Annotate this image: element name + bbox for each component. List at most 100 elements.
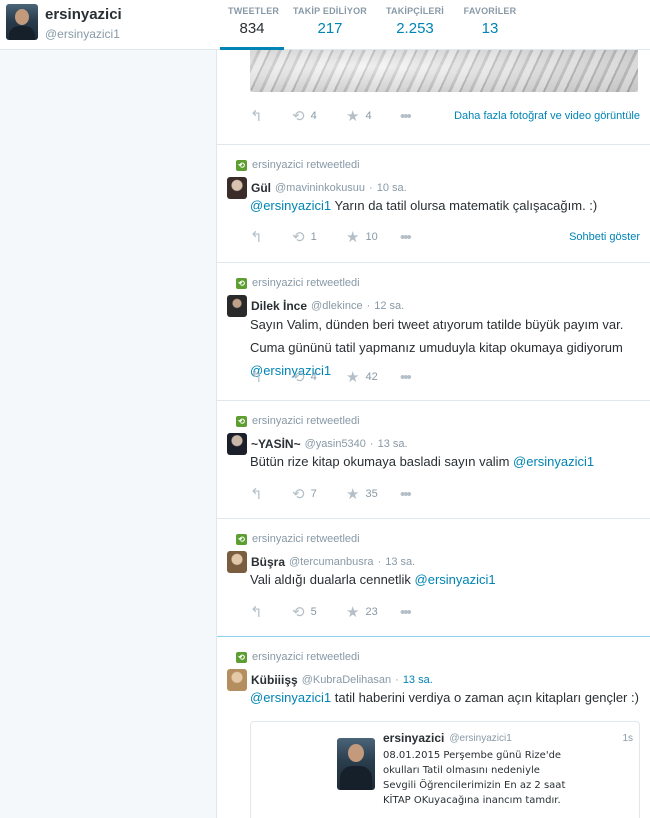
tweet-author[interactable]: Büşra: [251, 555, 285, 569]
stat-favorites[interactable]: FAVORİLER 13: [454, 0, 526, 50]
favorite-count: 10: [365, 231, 378, 243]
reply-button[interactable]: ↰: [250, 487, 292, 502]
tweet-handle[interactable]: @dlekince: [311, 300, 363, 312]
tweet-author[interactable]: ~YASİN~: [251, 437, 301, 451]
tweet-time[interactable]: 13 sa.: [403, 674, 433, 686]
favorite-count: 42: [365, 371, 378, 383]
quoted-handle[interactable]: @ersinyazici1: [449, 733, 511, 744]
tweet-photo[interactable]: [250, 50, 638, 92]
retweet-button[interactable]: ⟲ 7: [292, 487, 346, 502]
tweet-time[interactable]: 13 sa.: [385, 556, 415, 568]
avatar[interactable]: [227, 295, 247, 317]
tweet-item[interactable]: ⟲ ersinyazici retweetledi Dilek İnce @dle…: [217, 262, 650, 400]
quoted-tweet-card[interactable]: ersinyazici @ersinyazici1 1s 08.01.2015 …: [250, 721, 640, 818]
stat-value: 217: [317, 20, 343, 37]
stat-tweets[interactable]: TWEETLER 834: [220, 0, 284, 50]
retweet-button[interactable]: ⟲ 4: [292, 370, 346, 385]
tweet-text: @ersinyazici1 tatil haberini verdiya o z…: [250, 687, 645, 709]
reply-button[interactable]: ↰: [250, 605, 292, 620]
mention-link[interactable]: @ersinyazici1: [250, 198, 331, 213]
favorite-count: 23: [365, 606, 378, 618]
reply-button[interactable]: ↰: [250, 109, 292, 124]
avatar[interactable]: [227, 669, 247, 691]
tweet-text: @ersinyazici1 Yarın da tatil olursa mate…: [250, 195, 645, 217]
tweet-author[interactable]: Dilek İnce: [251, 299, 307, 313]
retweet-context: ⟲ ersinyazici retweetledi: [236, 159, 360, 171]
more-button[interactable]: •••: [400, 107, 412, 125]
retweet-icon: ⟲: [292, 228, 305, 246]
tweet-item[interactable]: ⟲ ersinyazici retweetledi Büşra @tercuman…: [217, 518, 650, 636]
quoted-time[interactable]: 1s: [622, 733, 633, 744]
tweet-text-body: Vali aldığı dualarla cennetlik: [250, 572, 415, 587]
avatar[interactable]: [227, 433, 247, 455]
star-icon: ★: [346, 228, 360, 246]
favorite-button[interactable]: ★ 23: [346, 605, 400, 620]
more-button[interactable]: •••: [400, 603, 412, 621]
retweet-button[interactable]: ⟲ 5: [292, 605, 346, 620]
stat-label: TWEETLER: [228, 6, 280, 16]
favorite-count: 4: [365, 110, 372, 122]
reply-button[interactable]: ↰: [250, 370, 292, 385]
favorite-count: 35: [365, 488, 378, 500]
retweet-icon: ⟲: [292, 107, 305, 125]
tweet-actions: ↰ ⟲ 5 ★ 23 •••: [250, 602, 640, 622]
quoted-author[interactable]: ersinyazici: [383, 731, 444, 745]
star-icon: ★: [346, 368, 360, 386]
star-icon: ★: [346, 107, 360, 125]
more-icon: •••: [400, 107, 412, 125]
view-more-media-link[interactable]: Daha fazla fotoğraf ve video görüntüle: [454, 110, 640, 122]
tweet-item-expanded[interactable]: ⟲ ersinyazici retweetledi Kübiiişş @Kubra…: [217, 636, 650, 818]
retweet-count: 1: [310, 231, 317, 243]
tweet-time[interactable]: 10 sa.: [377, 182, 407, 194]
quoted-text: 08.01.2015 Perşembe günü Rize'de okullar…: [383, 750, 566, 806]
favorite-button[interactable]: ★ 4: [346, 109, 400, 124]
retweet-badge-icon: ⟲: [236, 651, 247, 663]
more-button[interactable]: •••: [400, 228, 412, 246]
stat-value: 13: [481, 20, 499, 37]
mention-link[interactable]: @ersinyazici1: [513, 454, 594, 469]
reply-button[interactable]: ↰: [250, 230, 292, 245]
tweet-author[interactable]: Kübiiişş: [251, 673, 298, 687]
more-icon: •••: [400, 603, 412, 621]
star-icon: ★: [346, 485, 360, 503]
separator: ·: [369, 438, 374, 450]
favorite-button[interactable]: ★ 10: [346, 230, 400, 245]
retweet-icon: ⟲: [292, 603, 305, 621]
retweet-context: ⟲ ersinyazici retweetledi: [236, 415, 360, 427]
stat-followers[interactable]: TAKİPÇİLERİ 2.253: [376, 0, 454, 50]
more-button[interactable]: •••: [400, 487, 412, 502]
profile-block[interactable]: ersinyazici @ersinyazici1: [6, 4, 122, 42]
tweet-time[interactable]: 12 sa.: [374, 300, 404, 312]
favorite-button[interactable]: ★ 42: [346, 370, 400, 385]
show-conversation-link[interactable]: Sohbeti göster: [569, 231, 640, 243]
stat-following[interactable]: TAKİP EDİLİYOR 217: [284, 0, 376, 50]
retweet-count: 7: [310, 488, 317, 500]
tweet-item[interactable]: ⟲ ersinyazici retweetledi ~YASİN~ @yasin5…: [217, 400, 650, 518]
tweet-handle[interactable]: @tercumanbusra: [289, 556, 374, 568]
quoted-tweet-header: ersinyazici @ersinyazici1 1s: [383, 731, 633, 745]
tweet-time[interactable]: 13 sa.: [378, 438, 408, 450]
tweet-handle[interactable]: @KubraDelihasan: [302, 674, 391, 686]
retweet-button[interactable]: ⟲ 4: [292, 109, 346, 124]
tweet-handle[interactable]: @yasin5340: [305, 438, 366, 450]
mention-link[interactable]: @ersinyazici1: [250, 690, 331, 705]
tweet-author[interactable]: Gül: [251, 181, 271, 195]
tweet-handle[interactable]: @mavininkokusuu: [275, 182, 365, 194]
tweet-text-body: tatil haberini verdiya o zaman açın kita…: [331, 690, 639, 705]
retweet-context: ⟲ ersinyazici retweetledi: [236, 533, 360, 545]
separator: ·: [369, 182, 373, 194]
avatar[interactable]: [337, 738, 375, 790]
tweet-item[interactable]: ⟲ ersinyazici retweetledi Gül @mavininkok…: [217, 144, 650, 262]
favorite-button[interactable]: ★ 35: [346, 487, 400, 502]
tweet-actions: ↰ ⟲ 7 ★ 35 •••: [250, 484, 640, 504]
retweet-context-label: ersinyazici retweetledi: [252, 651, 360, 663]
avatar[interactable]: [6, 4, 38, 40]
retweet-context-label: ersinyazici retweetledi: [252, 415, 360, 427]
more-button[interactable]: •••: [400, 370, 412, 385]
avatar[interactable]: [227, 551, 247, 573]
more-icon: •••: [400, 228, 412, 246]
mention-link[interactable]: @ersinyazici1: [415, 572, 496, 587]
tweet-text: Vali aldığı dualarla cennetlik @ersinyaz…: [250, 569, 645, 591]
retweet-button[interactable]: ⟲ 1: [292, 230, 346, 245]
avatar[interactable]: [227, 177, 247, 199]
